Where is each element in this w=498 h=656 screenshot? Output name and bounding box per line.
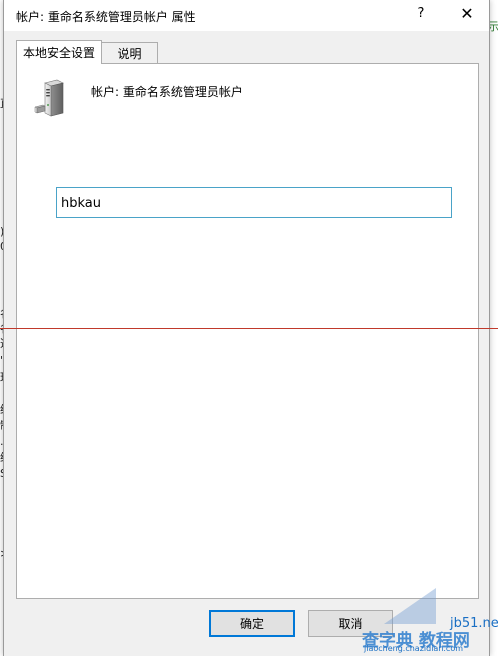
watermark-logo-shape	[384, 588, 436, 624]
server-icon	[34, 79, 64, 117]
tab-local-security-setting[interactable]: 本地安全设置	[16, 40, 102, 64]
tab-page-local-security-setting: 帐户: 重命名系统管理员帐户	[16, 63, 479, 599]
watermark-url: jiaocheng.chazidian.com	[364, 644, 464, 653]
watermark: jb51.net 查字典 教程网 jiaocheng.chazidian.com	[358, 588, 498, 654]
title-bar[interactable]: 帐户: 重命名系统管理员帐户 属性 ? ✕	[4, 0, 489, 31]
tab-explain[interactable]: 说明	[102, 42, 158, 63]
help-icon[interactable]: ?	[398, 0, 444, 26]
ok-button[interactable]: 确定	[209, 610, 295, 637]
account-name-input[interactable]	[56, 187, 452, 218]
red-divider-line	[0, 328, 498, 329]
close-icon[interactable]: ✕	[444, 0, 490, 26]
policy-label: 帐户: 重命名系统管理员帐户	[91, 85, 243, 99]
window-title: 帐户: 重命名系统管理员帐户 属性	[16, 10, 196, 24]
